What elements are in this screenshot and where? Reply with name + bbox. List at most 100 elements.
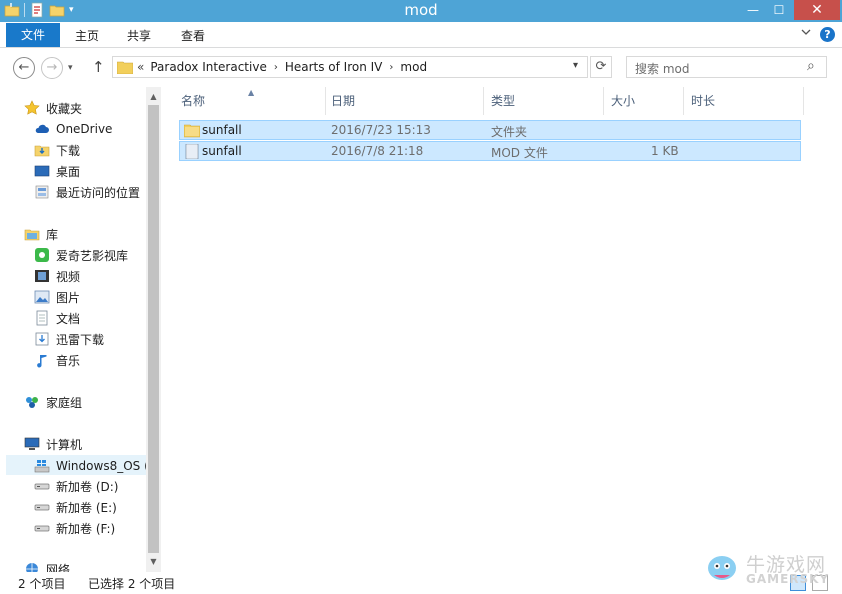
- tree-label: 新加卷 (F:): [56, 521, 116, 536]
- file-date: 2016/7/23 15:13: [331, 123, 431, 137]
- tree-label: 库: [46, 227, 59, 242]
- tree-desktop[interactable]: 桌面: [34, 161, 80, 181]
- star-icon: [24, 100, 40, 116]
- tree-label: 桌面: [56, 164, 81, 179]
- forward-button[interactable]: →: [41, 57, 63, 79]
- file-list: 名称 ▲ 日期 类型 大小 时长 sunfall 2016/7/23 15:13…: [162, 87, 842, 572]
- cloud-icon: [34, 121, 50, 137]
- picture-icon: [34, 289, 50, 305]
- folder-icon: [184, 124, 200, 138]
- breadcrumb-overflow[interactable]: «: [137, 60, 144, 74]
- network-icon: [24, 561, 40, 572]
- file-date: 2016/7/8 21:18: [331, 144, 424, 158]
- tab-home[interactable]: 主页: [72, 25, 102, 47]
- chevron-down-icon[interactable]: [800, 26, 812, 38]
- refresh-icon: ⟳: [595, 59, 607, 74]
- address-dropdown-icon[interactable]: ▾: [573, 60, 578, 71]
- chevron-right-icon[interactable]: ›: [274, 62, 278, 73]
- tree-videos[interactable]: 视频: [34, 266, 80, 286]
- iqiyi-icon: [34, 247, 50, 263]
- tree-pictures[interactable]: 图片: [34, 287, 80, 307]
- tree-computer[interactable]: 计算机: [24, 434, 82, 454]
- scrollbar-thumb[interactable]: [148, 105, 159, 553]
- column-duration[interactable]: 时长: [684, 87, 804, 115]
- search-input[interactable]: 搜索 mod ⌕: [626, 56, 827, 78]
- nav-scrollbar[interactable]: ▲ ▼: [146, 87, 161, 572]
- folder-icon: [117, 61, 133, 74]
- tree-label: 计算机: [46, 437, 83, 452]
- file-name: sunfall: [202, 144, 242, 158]
- refresh-button[interactable]: ⟳: [590, 56, 612, 78]
- minimize-button[interactable]: —: [740, 0, 766, 20]
- tree-label: 新加卷 (D:): [56, 479, 119, 494]
- watermark-subtitle: GAMERSKY: [746, 572, 830, 586]
- windows-drive-icon: [34, 458, 50, 474]
- item-count: 2 个项目: [18, 577, 66, 591]
- arrow-right-icon: →: [46, 60, 58, 75]
- tree-thunder[interactable]: 迅雷下载: [34, 329, 104, 349]
- tab-share[interactable]: 共享: [124, 25, 154, 47]
- window-title: mod: [404, 1, 438, 19]
- tab-view[interactable]: 查看: [178, 25, 208, 47]
- search-placeholder: 搜索 mod: [635, 62, 690, 76]
- up-button[interactable]: ↑: [92, 58, 105, 76]
- file-row[interactable]: sunfall 2016/7/8 21:18 MOD 文件 1 KB: [179, 141, 801, 161]
- tree-label: 文档: [56, 311, 81, 326]
- tree-favorites[interactable]: 收藏夹: [24, 98, 82, 118]
- tree-library[interactable]: 库: [24, 224, 58, 244]
- close-button[interactable]: ✕: [794, 0, 840, 20]
- file-name: sunfall: [202, 123, 242, 137]
- homegroup-icon: [24, 394, 40, 410]
- scroll-down-icon[interactable]: ▼: [146, 554, 161, 570]
- tree-drive-d[interactable]: 新加卷 (D:): [34, 476, 118, 496]
- maximize-button[interactable]: ☐: [766, 0, 792, 20]
- column-type[interactable]: 类型: [484, 87, 604, 115]
- tree-label: 爱奇艺影视库: [56, 248, 129, 263]
- tree-label: 网络: [46, 562, 71, 573]
- breadcrumb-item[interactable]: Hearts of Iron IV: [285, 60, 383, 74]
- tree-label: 图片: [56, 290, 81, 305]
- arrow-up-icon: ↑: [92, 58, 105, 76]
- mascot-logo-icon: [708, 556, 736, 580]
- tree-label: 音乐: [56, 353, 81, 368]
- file-type: 文件夹: [491, 125, 528, 139]
- library-icon: [24, 226, 40, 242]
- navigation-bar: ← → ▾ ↑ « Paradox Interactive › Hearts o…: [0, 49, 842, 87]
- drive-icon: [34, 499, 50, 515]
- ribbon: 文件 主页 共享 查看 ?: [0, 22, 842, 48]
- help-icon[interactable]: ?: [820, 27, 835, 42]
- tree-label: 家庭组: [46, 395, 83, 410]
- tree-label: 下载: [56, 143, 81, 158]
- download-library-icon: [34, 331, 50, 347]
- computer-icon: [24, 436, 40, 452]
- tree-homegroup[interactable]: 家庭组: [24, 392, 82, 412]
- selection-count: 已选择 2 个项目: [88, 577, 176, 591]
- chevron-right-icon[interactable]: ›: [389, 62, 393, 73]
- tree-recent[interactable]: 最近访问的位置: [34, 182, 140, 202]
- recent-locations-icon[interactable]: ▾: [68, 63, 73, 73]
- column-date[interactable]: 日期: [324, 87, 484, 115]
- search-icon[interactable]: ⌕: [807, 58, 815, 74]
- tree-documents[interactable]: 文档: [34, 308, 80, 328]
- breadcrumb-item[interactable]: Paradox Interactive: [150, 60, 266, 74]
- column-size[interactable]: 大小: [604, 87, 684, 115]
- breadcrumb-item[interactable]: mod: [400, 60, 427, 74]
- music-icon: [34, 352, 50, 368]
- tree-drive-f[interactable]: 新加卷 (F:): [34, 518, 115, 538]
- scroll-up-icon[interactable]: ▲: [146, 89, 161, 105]
- tab-file[interactable]: 文件: [6, 23, 60, 47]
- tree-iqiyi[interactable]: 爱奇艺影视库: [34, 245, 128, 265]
- tree-drive-c[interactable]: Windows8_OS (: [6, 455, 146, 475]
- tree-downloads[interactable]: 下载: [34, 140, 80, 160]
- tree-label: 视频: [56, 269, 81, 284]
- drive-icon: [34, 520, 50, 536]
- tree-drive-e[interactable]: 新加卷 (E:): [34, 497, 117, 517]
- file-row[interactable]: sunfall 2016/7/23 15:13 文件夹: [179, 120, 801, 140]
- tree-label: OneDrive: [56, 122, 113, 136]
- document-icon: [34, 310, 50, 326]
- back-button[interactable]: ←: [13, 57, 35, 79]
- tree-network[interactable]: 网络: [24, 559, 70, 572]
- tree-music[interactable]: 音乐: [34, 350, 80, 370]
- address-bar[interactable]: « Paradox Interactive › Hearts of Iron I…: [112, 56, 588, 78]
- tree-onedrive[interactable]: OneDrive: [34, 119, 112, 139]
